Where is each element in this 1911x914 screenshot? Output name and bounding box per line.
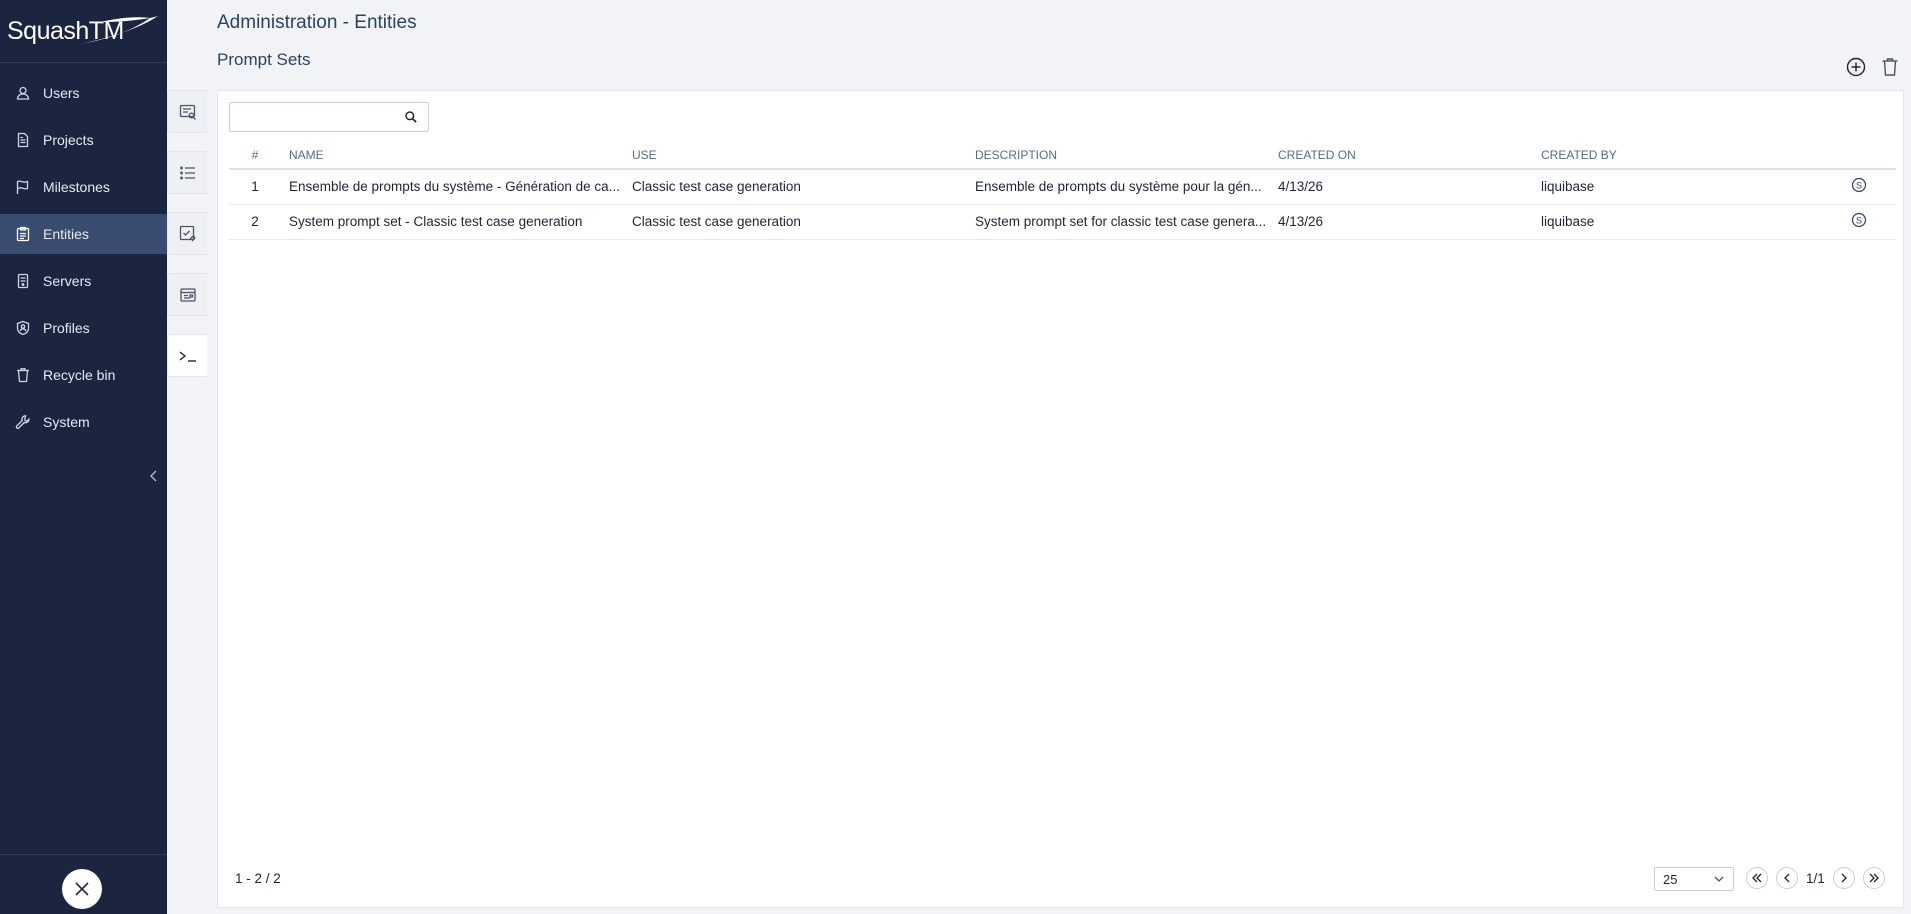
row-created-by: liquibase [1541, 204, 1821, 240]
entity-tabs [167, 90, 207, 395]
row-description: Ensemble de prompts du système pour la g… [975, 169, 1278, 205]
section-title: Prompt Sets [217, 50, 311, 69]
page-size-value: 25 [1663, 871, 1678, 887]
column-header-use[interactable]: USE [632, 141, 975, 170]
page-indicator: 1/1 [1806, 870, 1825, 886]
svg-text:S: S [1855, 215, 1861, 225]
checklist-link-icon [179, 225, 195, 241]
chevron-down-icon [1714, 876, 1724, 882]
row-name-link[interactable]: Ensemble de prompts du système - Générat… [289, 169, 632, 205]
next-page-button[interactable] [1832, 867, 1855, 889]
row-created-on: 4/13/26 [1278, 169, 1541, 205]
svg-text:S: S [1855, 181, 1861, 191]
row-index: 1 [229, 169, 289, 205]
double-chevron-left-icon [1752, 873, 1762, 883]
row-description: System prompt set for classic test case … [975, 204, 1278, 240]
tab-requirements-links[interactable] [167, 212, 207, 255]
prompt-sets-table: # NAME USE DESCRIPTION CREATED ON CREATE… [229, 141, 1896, 240]
shield-user-icon [15, 320, 31, 336]
sidebar-item-system[interactable]: System [0, 402, 167, 442]
system-badge-icon[interactable]: S [1851, 212, 1867, 228]
sidebar-item-entities[interactable]: Entities [0, 214, 167, 254]
tab-prompt-sets[interactable] [167, 334, 207, 377]
delete-button[interactable] [1879, 56, 1901, 78]
tab-custom-fields[interactable] [167, 90, 207, 133]
pagination: 1/1 [1746, 867, 1885, 889]
sidebar-item-label: Recycle bin [43, 367, 116, 383]
top-actions [1845, 56, 1901, 78]
sidebar-nav: Users Projects Milestones Entities Serve… [0, 73, 167, 442]
sidebar-item-projects[interactable]: Projects [0, 120, 167, 160]
sidebar-item-label: Servers [43, 273, 92, 289]
server-icon [15, 273, 31, 289]
sidebar-item-users[interactable]: Users [0, 73, 167, 113]
sidebar-item-label: Users [43, 85, 80, 101]
row-use: Classic test case generation [632, 204, 975, 240]
search-box [229, 102, 429, 132]
column-header-description[interactable]: DESCRIPTION [975, 141, 1278, 170]
column-header-name[interactable]: NAME [289, 141, 632, 170]
column-header-created-on[interactable]: CREATED ON [1278, 141, 1541, 170]
sidebar-item-label: Milestones [43, 179, 110, 195]
column-header-created-by[interactable]: CREATED BY [1541, 141, 1821, 170]
close-admin-button[interactable] [62, 869, 102, 909]
clipboard-icon [15, 226, 31, 242]
row-index: 2 [229, 204, 289, 240]
chevron-left-icon [150, 470, 157, 482]
row-actions: S [1821, 204, 1896, 240]
row-count: 1 - 2 / 2 [235, 871, 281, 886]
close-icon [75, 882, 89, 896]
column-header-index[interactable]: # [229, 141, 289, 170]
search-icon[interactable] [404, 110, 418, 124]
logo[interactable]: SquashTM [0, 0, 167, 63]
search-input[interactable] [230, 103, 390, 131]
sidebar-item-servers[interactable]: Servers [0, 261, 167, 301]
table-header-row: # NAME USE DESCRIPTION CREATED ON CREATE… [229, 141, 1896, 170]
page-title: Administration - Entities [217, 12, 417, 33]
page-size-select[interactable]: 25 [1654, 867, 1734, 891]
tab-info-lists[interactable] [167, 151, 207, 194]
add-circle-icon [1846, 57, 1866, 77]
table-row[interactable]: 2 System prompt set - Classic test case … [229, 204, 1896, 240]
row-created-on: 4/13/26 [1278, 204, 1541, 240]
list-icon [179, 166, 195, 179]
sidebar-item-profiles[interactable]: Profiles [0, 308, 167, 348]
sidebar-item-label: Projects [43, 132, 94, 148]
row-name-link[interactable]: System prompt set - Classic test case ge… [289, 204, 632, 240]
sidebar-item-label: System [43, 414, 90, 430]
flag-icon [15, 179, 31, 195]
row-use: Classic test case generation [632, 169, 975, 205]
logo-swoosh-icon [80, 16, 158, 44]
previous-page-button[interactable] [1776, 867, 1798, 889]
template-icon [179, 287, 196, 302]
user-icon [15, 85, 31, 101]
last-page-button[interactable] [1862, 867, 1885, 889]
first-page-button[interactable] [1746, 867, 1768, 889]
wrench-icon [15, 414, 31, 430]
sidebar-footer [0, 854, 167, 914]
collapse-sidebar-button[interactable] [146, 467, 162, 485]
row-created-by: liquibase [1541, 169, 1821, 205]
form-search-icon [179, 104, 196, 120]
double-chevron-right-icon [1869, 873, 1879, 883]
prompt-sets-panel: # NAME USE DESCRIPTION CREATED ON CREATE… [217, 90, 1904, 908]
column-header-actions [1821, 141, 1896, 170]
sidebar-item-milestones[interactable]: Milestones [0, 167, 167, 207]
sidebar-item-label: Entities [43, 226, 89, 242]
system-badge-icon[interactable]: S [1851, 177, 1867, 193]
sidebar: SquashTM Users Projects Milestones Entit… [0, 0, 167, 914]
chevron-right-icon [1841, 873, 1847, 883]
sidebar-item-recycle-bin[interactable]: Recycle bin [0, 355, 167, 395]
document-icon [15, 132, 31, 148]
table-row[interactable]: 1 Ensemble de prompts du système - Génér… [229, 169, 1896, 205]
row-actions: S [1821, 169, 1896, 205]
add-button[interactable] [1845, 56, 1867, 78]
sidebar-item-label: Profiles [43, 320, 90, 336]
trash-icon [15, 367, 31, 383]
trash-icon [1882, 58, 1898, 76]
tab-templates[interactable] [167, 273, 207, 316]
chevron-left-icon [1784, 873, 1790, 883]
terminal-icon [179, 350, 196, 362]
